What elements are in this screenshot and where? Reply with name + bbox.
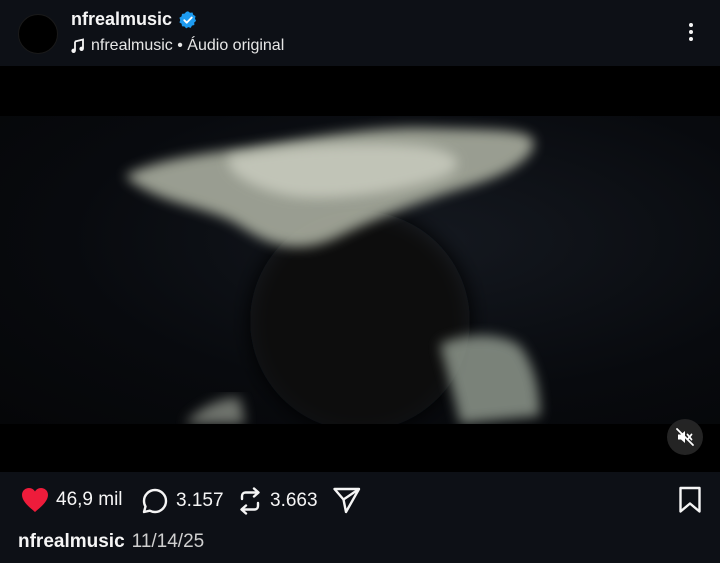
video-still [125, 127, 540, 424]
mute-icon [676, 428, 694, 446]
like-button[interactable]: 46,9 mil [20, 486, 123, 514]
caption-username[interactable]: nfrealmusic [18, 531, 125, 553]
music-note-icon [71, 38, 84, 53]
username-row: nfrealmusic [71, 9, 198, 30]
comment-button[interactable]: 3.157 [140, 486, 224, 516]
heart-icon [22, 488, 48, 512]
avatar[interactable] [18, 14, 58, 54]
repost-icon [240, 487, 260, 515]
comment-count: 3.157 [176, 490, 224, 511]
post-caption: nfrealmusic 11/14/25 [18, 531, 204, 553]
audio-label: nfrealmusic • Áudio original [91, 37, 285, 54]
action-bar: 46,9 mil 3.157 3.663 [0, 472, 720, 528]
repost-count: 3.663 [270, 490, 318, 511]
mute-button[interactable] [667, 419, 703, 455]
video-frame [0, 116, 720, 424]
audio-row[interactable]: nfrealmusic • Áudio original [71, 37, 284, 55]
username[interactable]: nfrealmusic [71, 9, 172, 30]
comment-icon [142, 488, 168, 514]
share-button[interactable] [332, 486, 362, 514]
like-count: 46,9 mil [56, 489, 123, 510]
post-date: 11/14/25 [131, 531, 205, 552]
video-player[interactable] [0, 66, 720, 472]
more-options-icon[interactable] [680, 21, 702, 45]
post-header: nfrealmusic nfrealmusic • Áudio original [0, 0, 720, 66]
verified-badge-icon [179, 10, 197, 28]
share-icon [333, 487, 361, 514]
repost-button[interactable]: 3.663 [236, 486, 318, 516]
bookmark-icon [679, 486, 701, 513]
bookmark-button[interactable] [678, 486, 702, 514]
